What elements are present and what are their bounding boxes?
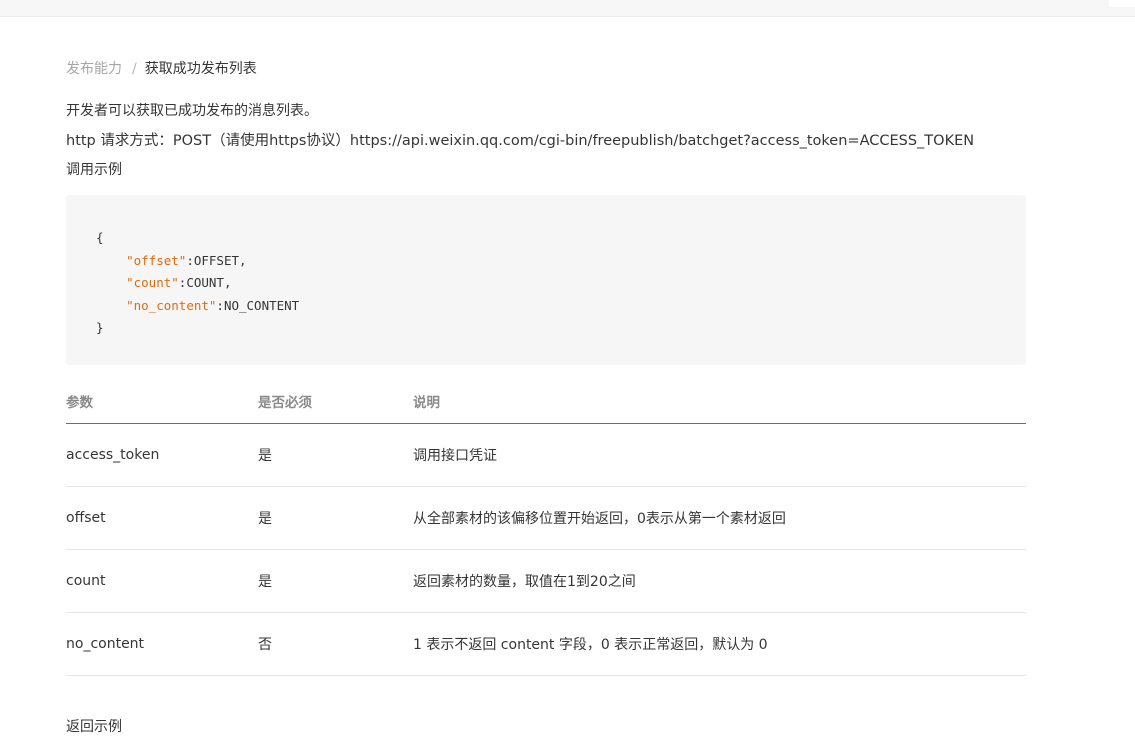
- param-description: 从全部素材的该偏移位置开始返回，0表示从第一个素材返回: [413, 486, 1026, 550]
- params-table: 参数 是否必须 说明 access_token 是 调用接口凭证 offset …: [66, 380, 1026, 676]
- param-required: 是: [258, 549, 413, 613]
- code-open-brace: {: [96, 230, 104, 245]
- code-line-count: "count":COUNT,: [96, 272, 1026, 295]
- code-value: :NO_CONTENT: [216, 297, 300, 313]
- table-row: count 是 返回素材的数量，取值在1到20之间: [66, 549, 1026, 613]
- breadcrumb-separator: /: [132, 61, 137, 77]
- code-value: :OFFSET,: [186, 252, 247, 268]
- param-name: no_content: [66, 612, 258, 676]
- param-required: 否: [258, 612, 413, 676]
- example-heading: 调用示例: [66, 162, 122, 178]
- breadcrumb-current: 获取成功发布列表: [144, 61, 257, 77]
- top-bar: [0, 0, 1135, 17]
- param-name: count: [66, 549, 258, 613]
- return-example-heading: 返回示例: [66, 719, 122, 735]
- param-name: access_token: [66, 423, 258, 487]
- code-example-block: { "offset":OFFSET, "count":COUNT, "no_co…: [66, 195, 1026, 365]
- param-required: 是: [258, 486, 413, 550]
- breadcrumb-parent-link[interactable]: 发布能力: [66, 61, 122, 77]
- param-name: offset: [66, 486, 258, 550]
- code-key: "count": [126, 275, 179, 290]
- top-bar-corner: [1109, 0, 1135, 7]
- code-key: "offset": [126, 252, 187, 268]
- header-param: 参数: [66, 380, 258, 424]
- param-description: 1 表示不返回 content 字段，0 表示正常返回，默认为 0: [413, 612, 1026, 676]
- param-required: 是: [258, 423, 413, 487]
- code-line-no-content: "no_content":NO_CONTENT: [96, 295, 1026, 318]
- param-description: 返回素材的数量，取值在1到20之间: [413, 549, 1026, 613]
- header-description: 说明: [413, 380, 1026, 424]
- code-close-brace: }: [96, 320, 104, 335]
- table-row: access_token 是 调用接口凭证: [66, 423, 1026, 487]
- breadcrumb: 发布能力 / 获取成功发布列表: [66, 58, 257, 78]
- table-row: offset 是 从全部素材的该偏移位置开始返回，0表示从第一个素材返回: [66, 486, 1026, 550]
- http-request-method: http 请求方式：POST（请使用https协议）https://api.we…: [66, 133, 975, 149]
- code-line-offset: "offset":OFFSET,: [96, 250, 1026, 273]
- table-header-row: 参数 是否必须 说明: [66, 380, 1026, 424]
- table-row: no_content 否 1 表示不返回 content 字段，0 表示正常返回…: [66, 612, 1026, 676]
- param-description: 调用接口凭证: [413, 423, 1026, 487]
- code-key: "no_content": [126, 297, 217, 313]
- api-description: 开发者可以获取已成功发布的消息列表。: [66, 103, 318, 119]
- code-value: :COUNT,: [178, 275, 232, 290]
- header-required: 是否必须: [258, 380, 413, 424]
